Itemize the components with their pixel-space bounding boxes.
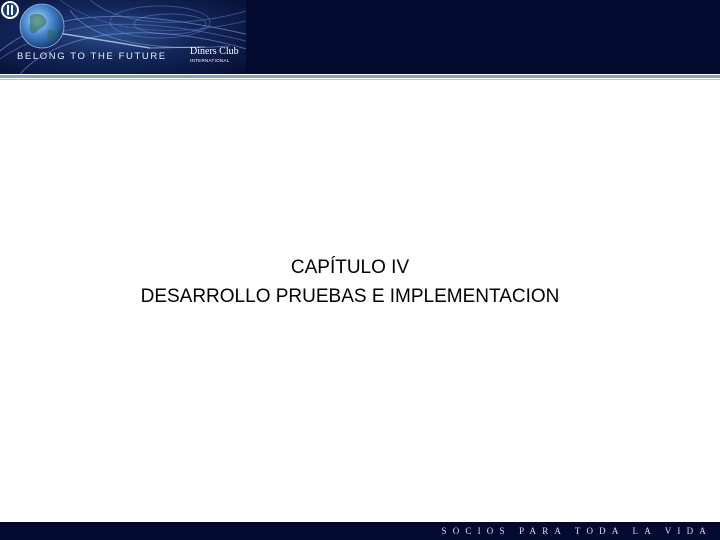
brand-name: Diners Club bbox=[190, 46, 239, 57]
diners-club-logo-icon bbox=[1, 1, 19, 19]
footer-bar: SOCIOS PARA TODA LA VIDA bbox=[0, 522, 720, 540]
globe-icon bbox=[19, 3, 65, 49]
footer-tagline: SOCIOS PARA TODA LA VIDA bbox=[441, 526, 712, 536]
slide-title: CAPÍTULO IV DESARROLLO PRUEBAS E IMPLEME… bbox=[0, 253, 700, 311]
slide-title-line-1: CAPÍTULO IV bbox=[290, 257, 410, 278]
banner-tagline: BELONG TO THE FUTURE bbox=[17, 51, 167, 62]
header-divider-thin bbox=[0, 79, 720, 80]
header-divider bbox=[0, 75, 720, 78]
brand-subtitle: INTERNATIONAL bbox=[190, 58, 230, 63]
slide-title-line-2: DESARROLLO PRUEBAS E IMPLEMENTACION bbox=[140, 286, 560, 307]
header-banner: BELONG TO THE FUTURE Diners Club INTERNA… bbox=[0, 0, 246, 74]
